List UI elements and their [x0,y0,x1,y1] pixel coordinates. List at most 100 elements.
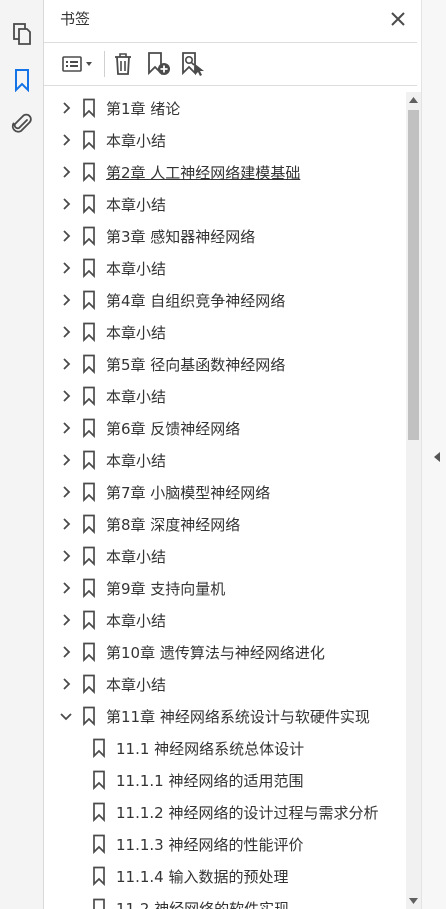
bookmark-icon [78,321,100,343]
bookmark-label: 11.1.1 神经网络的适用范围 [116,771,304,790]
bookmark-label: 第11章 神经网络系统设计与软硬件实现 [106,707,370,726]
bookmark-item[interactable]: 本章小结 [44,316,406,348]
bookmark-item[interactable]: 第5章 径向基函数神经网络 [44,348,406,380]
bookmark-item[interactable]: 本章小结 [44,604,406,636]
bookmark-label: 11.1.2 神经网络的设计过程与需求分析 [116,803,379,822]
chevron-right-icon[interactable] [56,226,76,246]
chevron-right-icon[interactable] [56,130,76,150]
bookmarks-sidebar: 书签 第1章 绪论 本章小结 第2章 人工神经网络建模基础 本章小结 第3章 感… [0,0,446,909]
bookmark-item[interactable]: 11.1.4 输入数据的预处理 [44,860,406,892]
bookmark-item[interactable]: 本章小结 [44,188,406,220]
bookmark-icon [88,833,110,855]
bookmark-label: 第10章 遗传算法与神经网络进化 [106,643,325,662]
bookmark-item[interactable]: 11.1 神经网络系统总体设计 [44,732,406,764]
bookmark-icon [78,385,100,407]
collapse-panel-icon[interactable] [432,450,442,464]
chevron-right-icon[interactable] [56,194,76,214]
search-bookmark-icon[interactable] [178,50,206,78]
bookmark-icon [78,705,100,727]
bookmark-item[interactable]: 本章小结 [44,668,406,700]
bookmark-label: 第7章 小脑模型神经网络 [106,483,271,502]
bookmark-label: 本章小结 [106,451,167,470]
bookmark-icon [88,865,110,887]
bookmark-item[interactable]: 第6章 反馈神经网络 [44,412,406,444]
scroll-down-icon[interactable] [406,893,421,909]
bookmark-item[interactable]: 第7章 小脑模型神经网络 [44,476,406,508]
chevron-right-icon[interactable] [56,482,76,502]
bookmark-label: 11.1.4 输入数据的预处理 [116,867,289,886]
bookmark-icon [78,609,100,631]
chevron-right-icon[interactable] [56,354,76,374]
navigation-rail [0,0,44,909]
bookmark-item[interactable]: 第1章 绪论 [44,92,406,124]
options-menu-icon[interactable] [58,50,98,78]
bookmark-item[interactable]: 本章小结 [44,124,406,156]
bookmark-icon [78,545,100,567]
vertical-scrollbar[interactable] [406,92,421,909]
bookmark-item[interactable]: 11.1.1 神经网络的适用范围 [44,764,406,796]
bookmark-item[interactable]: 本章小结 [44,444,406,476]
bookmark-icon [78,193,100,215]
chevron-right-icon[interactable] [56,514,76,534]
bookmark-icon [78,129,100,151]
bookmark-icon [78,481,100,503]
attachment-icon[interactable] [6,108,38,140]
bookmark-item[interactable]: 第8章 深度神经网络 [44,508,406,540]
chevron-right-icon[interactable] [56,418,76,438]
bookmark-item[interactable]: 第11章 神经网络系统设计与软硬件实现 [44,700,406,732]
bookmark-icon [78,577,100,599]
bookmark-label: 第3章 感知器神经网络 [106,227,256,246]
bookmark-label: 本章小结 [106,259,167,278]
divider [44,85,417,86]
bookmark-item[interactable]: 本章小结 [44,252,406,284]
chevron-right-icon[interactable] [56,450,76,470]
scroll-up-icon[interactable] [406,92,421,108]
bookmark-label: 本章小结 [106,387,167,406]
chevron-right-icon[interactable] [56,322,76,342]
panel-title: 书签 [60,10,91,28]
bookmark-label: 11.2 神经网络的软件实现 [116,899,290,909]
bookmark-item[interactable]: 第4章 自组织竞争神经网络 [44,284,406,316]
bookmark-item[interactable]: 11.1.3 神经网络的性能评价 [44,828,406,860]
chevron-right-icon[interactable] [56,610,76,630]
bookmark-item[interactable]: 第9章 支持向量机 [44,572,406,604]
bookmark-icon [88,897,110,909]
bookmark-label: 第5章 径向基函数神经网络 [106,355,286,374]
bookmark-icon [78,417,100,439]
bookmark-item[interactable]: 本章小结 [44,380,406,412]
bookmark-label: 第1章 绪论 [106,99,181,118]
chevron-right-icon[interactable] [56,290,76,310]
bookmark-icon[interactable] [6,64,38,96]
pages-icon[interactable] [6,18,38,50]
bookmark-item[interactable]: 第3章 感知器神经网络 [44,220,406,252]
scrollbar-thumb[interactable] [408,110,419,440]
new-bookmark-icon[interactable] [144,50,172,78]
bookmark-icon [78,161,100,183]
chevron-right-icon[interactable] [56,642,76,662]
bookmark-item[interactable]: 11.2 神经网络的软件实现 [44,892,406,909]
bookmark-label: 本章小结 [106,611,167,630]
close-icon[interactable] [387,8,409,30]
bookmark-icon [88,801,110,823]
chevron-down-icon[interactable] [56,706,76,726]
bookmark-label: 第4章 自组织竞争神经网络 [106,291,286,310]
delete-icon[interactable] [110,50,136,78]
bookmark-item[interactable]: 第2章 人工神经网络建模基础 [44,156,406,188]
chevron-right-icon[interactable] [56,258,76,278]
bookmark-icon [78,257,100,279]
bookmark-label: 11.1 神经网络系统总体设计 [116,739,305,758]
bookmark-item[interactable]: 11.1.2 神经网络的设计过程与需求分析 [44,796,406,828]
chevron-right-icon[interactable] [56,386,76,406]
bookmark-label: 11.1.3 神经网络的性能评价 [116,835,304,854]
bookmark-label: 本章小结 [106,195,167,214]
bookmark-item[interactable]: 第10章 遗传算法与神经网络进化 [44,636,406,668]
chevron-right-icon[interactable] [56,546,76,566]
chevron-right-icon[interactable] [56,578,76,598]
bookmarks-panel: 书签 第1章 绪论 本章小结 第2章 人工神经网络建模基础 本章小结 第3章 感… [44,0,417,909]
chevron-right-icon[interactable] [56,162,76,182]
bookmark-item[interactable]: 本章小结 [44,540,406,572]
chevron-right-icon[interactable] [56,674,76,694]
bookmark-icon [78,97,100,119]
bookmark-icon [88,769,110,791]
chevron-right-icon[interactable] [56,98,76,118]
